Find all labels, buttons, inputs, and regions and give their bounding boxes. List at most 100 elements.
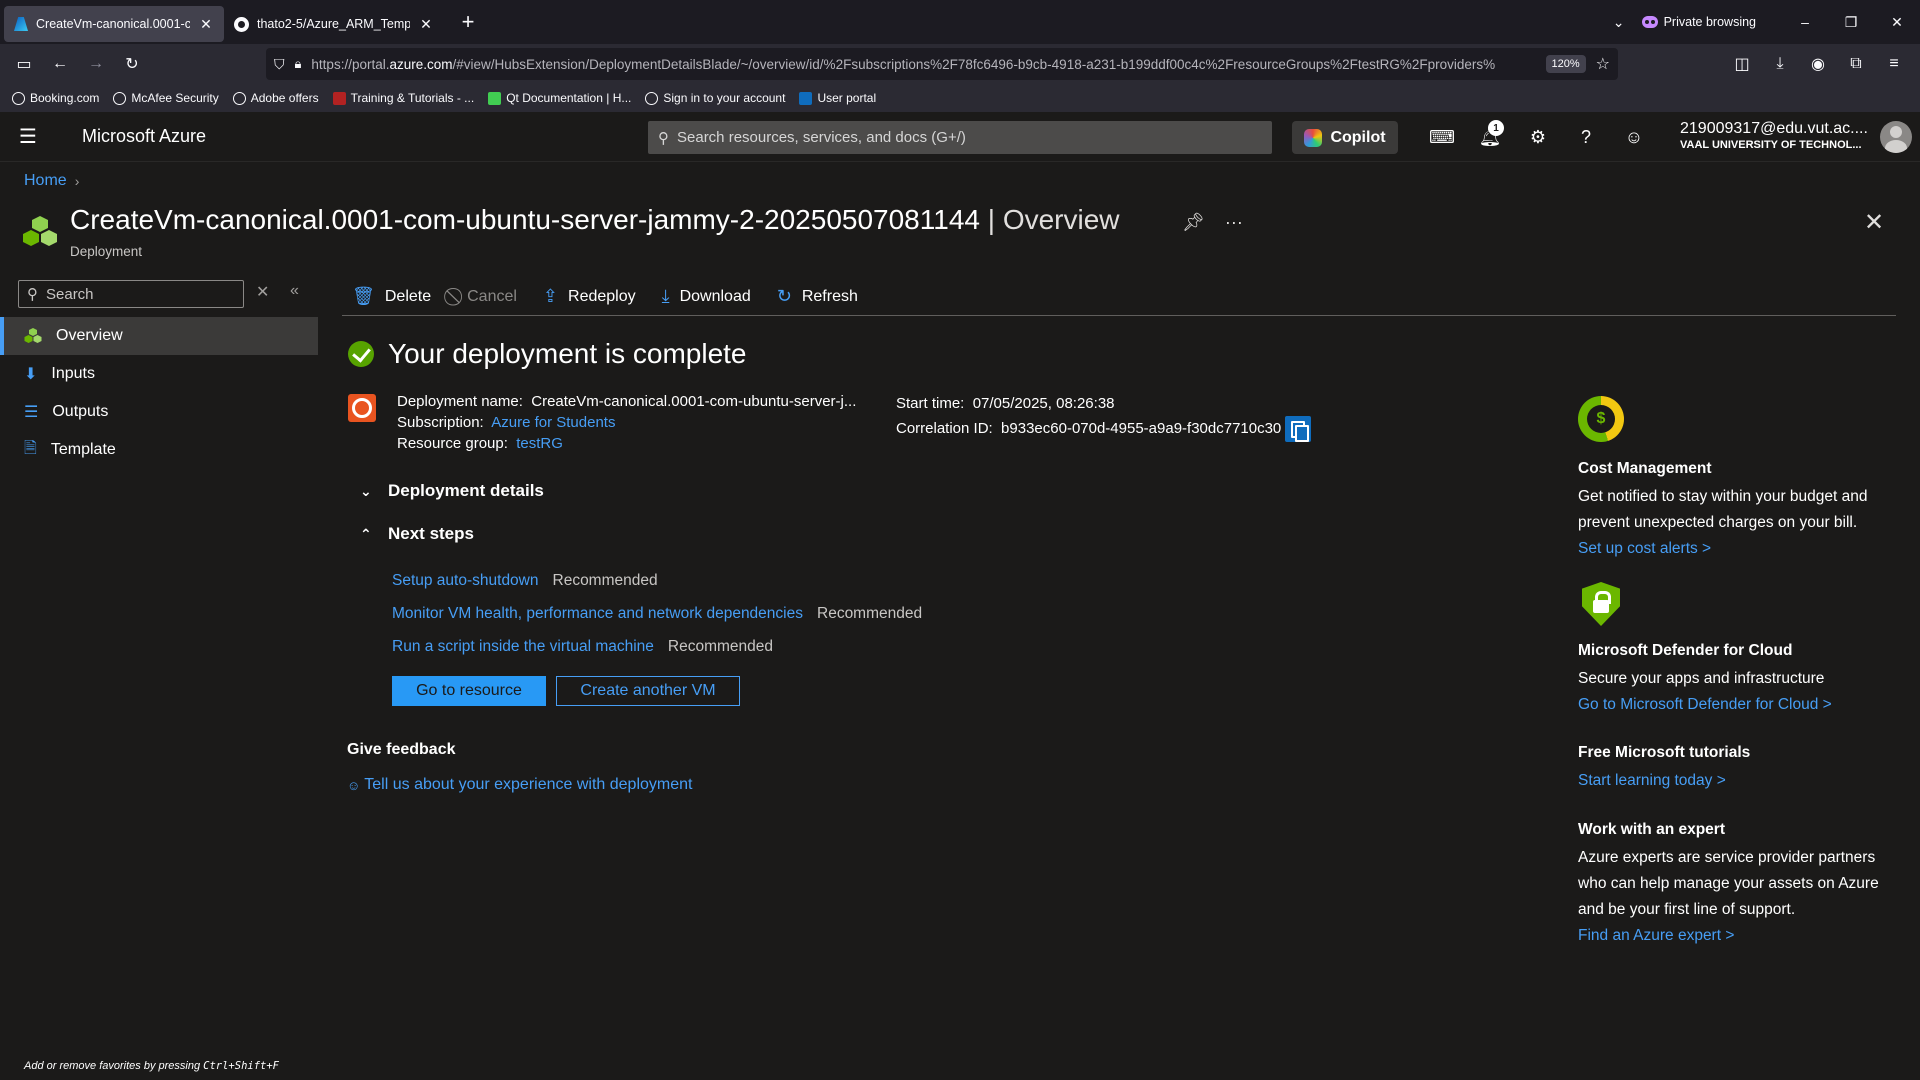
restore-button[interactable]: ❐	[1828, 14, 1874, 31]
breadcrumb-home[interactable]: Home	[24, 172, 67, 190]
collapse-menu-icon[interactable]: «	[290, 282, 299, 300]
bookmark-item[interactable]: Training & Tutorials - ...	[332, 91, 474, 105]
forward-button[interactable]: →	[78, 48, 114, 80]
outputs-icon: ☰	[24, 404, 39, 421]
menu-item-label: Outputs	[52, 403, 109, 420]
hint-shortcut: Ctrl+Shift+F	[203, 1060, 279, 1072]
card-text: Secure your apps and infrastructure	[1578, 670, 1825, 687]
address-bar[interactable]: ⛉ 🔒︎ https://portal.azure.com/#view/Hubs…	[266, 48, 1618, 80]
menu-icon[interactable]: ≡	[1876, 48, 1912, 80]
menu-item-overview[interactable]: Overview	[0, 317, 318, 355]
cancel-button[interactable]: ⃠Cancel	[457, 286, 517, 307]
private-mask-icon	[1641, 16, 1658, 28]
create-another-vm-button[interactable]: Create another VM	[556, 676, 740, 706]
delete-button[interactable]: 🗑︎ Delete	[352, 286, 431, 307]
deployment-name-label: Deployment name:	[397, 393, 523, 410]
next-step-link[interactable]: Run a script inside the virtual machine	[392, 638, 654, 656]
zoom-level-badge[interactable]: 120%	[1545, 55, 1586, 73]
bookmark-item[interactable]: Sign in to your account	[645, 91, 785, 105]
page-subtitle: Deployment	[70, 244, 143, 259]
azure-brand[interactable]: Microsoft Azure	[82, 126, 206, 147]
start-time-value: 07/05/2025, 08:26:38	[972, 395, 1115, 412]
notification-badge: 1	[1488, 120, 1504, 136]
new-tab-button[interactable]: +	[450, 9, 486, 35]
extensions-icon[interactable]: ⧉	[1838, 48, 1874, 80]
account-icon[interactable]: ◉	[1800, 48, 1836, 80]
account-info[interactable]: 219009317@edu.vut.ac.... VAAL UNIVERSITY…	[1680, 120, 1868, 151]
tutorials-card: Free Microsoft tutorials Start learning …	[1578, 744, 1898, 794]
refresh-button[interactable]: ↻ Refresh	[777, 286, 858, 307]
ubuntu-icon	[348, 394, 376, 422]
card-title: Free Microsoft tutorials	[1578, 744, 1751, 761]
deployment-details-toggle[interactable]: ⌄ Deployment details	[360, 481, 544, 501]
trash-icon: 🗑︎	[352, 286, 375, 306]
sidebar-toggle-icon[interactable]: ▭	[6, 48, 42, 80]
minimize-button[interactable]: –	[1782, 14, 1828, 30]
lock-icon[interactable]: 🔒︎	[295, 56, 302, 72]
card-title: Work with an expert	[1578, 821, 1725, 838]
window-close-button[interactable]: ✕	[1874, 14, 1920, 31]
chevron-up-icon: ⌃	[360, 525, 372, 542]
download-button[interactable]: ⤓ Download	[662, 286, 751, 307]
list-all-tabs-icon[interactable]: ⌄	[1596, 14, 1642, 31]
bookmark-item[interactable]: User portal	[799, 91, 876, 105]
tutorials-link[interactable]: Start learning today >	[1578, 768, 1898, 794]
copilot-label: Copilot	[1330, 128, 1386, 146]
reload-button[interactable]: ↻	[114, 48, 150, 80]
shield-icon[interactable]: ⛉	[274, 56, 285, 73]
close-icon[interactable]: ✕	[1864, 208, 1884, 237]
deployment-icon	[23, 216, 57, 246]
close-icon[interactable]: ✕	[418, 16, 434, 33]
next-step-link[interactable]: Setup auto-shutdown	[392, 572, 539, 590]
pocket-icon[interactable]: ◫	[1724, 48, 1760, 80]
feedback-icon[interactable]: ☺	[1610, 112, 1658, 162]
bookmark-item[interactable]: Booking.com	[12, 91, 99, 105]
copy-icon[interactable]	[1285, 416, 1312, 443]
settings-gear-icon[interactable]: ⚙	[1514, 112, 1562, 162]
section-title: Next steps	[388, 524, 474, 543]
copilot-button[interactable]: Copilot	[1292, 121, 1398, 154]
bookmark-item[interactable]: Qt Documentation | H...	[488, 91, 631, 105]
menu-item-outputs[interactable]: ☰ Outputs	[0, 393, 318, 431]
next-steps-toggle[interactable]: ⌃ Next steps	[360, 524, 474, 544]
copilot-icon	[1304, 128, 1323, 147]
bookmark-item[interactable]: McAfee Security	[113, 91, 219, 105]
resource-group-label: Resource group:	[397, 435, 508, 452]
cost-management-icon	[1578, 396, 1624, 442]
redeploy-button[interactable]: ⇪ Redeploy	[543, 286, 636, 307]
bookmark-star-icon[interactable]: ☆	[1596, 54, 1610, 74]
page-title: CreateVm-canonical.0001-com-ubuntu-serve…	[70, 204, 1120, 236]
feedback-link[interactable]: ☺ Tell us about your experience with dep…	[347, 776, 692, 794]
next-step-link[interactable]: Monitor VM health, performance and netwo…	[392, 605, 803, 623]
bookmark-item[interactable]: Adobe offers	[232, 91, 319, 105]
subscription-link[interactable]: Azure for Students	[491, 414, 615, 431]
clear-search-icon[interactable]: ✕	[256, 282, 269, 302]
go-to-resource-button[interactable]: Go to resource	[392, 676, 546, 706]
global-search-input[interactable]: ⚲ Search resources, services, and docs (…	[648, 121, 1272, 154]
cost-alerts-link[interactable]: Set up cost alerts >	[1578, 536, 1898, 562]
menu-search-input[interactable]: ⚲ Search	[18, 280, 244, 308]
downloads-icon[interactable]: ⤓	[1762, 48, 1798, 80]
hint-text: Add or remove favorites by pressing	[24, 1060, 204, 1072]
url-text[interactable]: https://portal.azure.com/#view/HubsExten…	[311, 57, 1535, 72]
menu-item-template[interactable]: 🗎︎ Template	[0, 431, 318, 469]
cloud-shell-icon[interactable]: ⌨	[1418, 112, 1466, 162]
help-icon[interactable]: ?	[1562, 112, 1610, 162]
more-options-icon[interactable]: ···	[1225, 212, 1243, 233]
deployment-status: Your deployment is complete	[348, 338, 747, 370]
browser-tab-azure[interactable]: CreateVm-canonical.0001-com- ✕	[4, 6, 224, 42]
defender-card: Microsoft Defender for Cloud Secure your…	[1578, 582, 1898, 718]
resource-group-link[interactable]: testRG	[516, 435, 563, 452]
back-button[interactable]: ←	[42, 48, 78, 80]
correlation-id-value: b933ec60-070d-4955-a9a9-f30dc7710c30	[1001, 420, 1282, 437]
pin-icon[interactable]: 📌︎	[1182, 212, 1205, 233]
portal-menu-icon[interactable]: ☰	[0, 124, 56, 149]
avatar[interactable]	[1880, 121, 1912, 153]
expert-link[interactable]: Find an Azure expert >	[1578, 923, 1898, 949]
close-icon[interactable]: ✕	[198, 16, 214, 33]
notifications-icon[interactable]: 🔔︎ 1	[1466, 112, 1514, 162]
defender-link[interactable]: Go to Microsoft Defender for Cloud >	[1578, 692, 1898, 718]
menu-item-inputs[interactable]: ⬇ Inputs	[0, 355, 318, 393]
browser-tab-github[interactable]: thato2-5/Azure_ARM_Template ✕	[224, 6, 444, 42]
resource-menu: Overview ⬇ Inputs ☰ Outputs 🗎︎ Template	[0, 317, 318, 469]
